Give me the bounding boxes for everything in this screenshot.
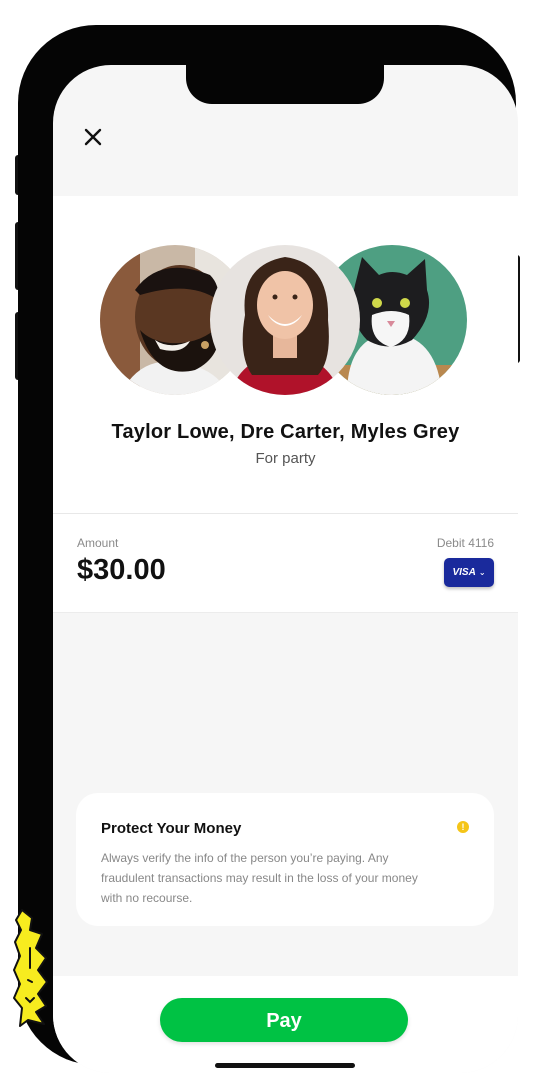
recipient-names: Taylor Lowe, Dre Carter, Myles Grey — [111, 421, 460, 443]
yellow-sticker-icon — [13, 909, 48, 1027]
close-button[interactable] — [81, 125, 105, 149]
info-icon[interactable]: ! — [457, 821, 469, 833]
card-label: Debit 4116 — [436, 536, 494, 550]
payment-method-selector[interactable]: VISA ⌄ — [444, 558, 494, 587]
avatar-dre[interactable] — [210, 245, 360, 395]
divider — [53, 612, 518, 613]
phone-notch — [186, 60, 384, 104]
amount-section: Amount $30.00 Debit 4116 VISA ⌄ — [53, 514, 518, 612]
visa-logo: VISA — [452, 567, 476, 578]
phone-frame: Taylor Lowe, Dre Carter, Myles Grey For … — [18, 25, 518, 1073]
payment-note: For party — [255, 450, 316, 467]
chevron-down-icon: ⌄ — [478, 568, 486, 577]
phone-screen: Taylor Lowe, Dre Carter, Myles Grey For … — [53, 65, 518, 1073]
protect-title: Protect Your Money — [101, 820, 242, 837]
recipient-card: Taylor Lowe, Dre Carter, Myles Grey For … — [53, 196, 518, 513]
protect-body: Always verify the info of the person you… — [101, 851, 418, 905]
bottom-bar: Pay — [53, 976, 518, 1073]
close-icon — [84, 128, 102, 146]
protect-money-card: Protect Your Money ! Always verify the i… — [76, 793, 494, 926]
amount-label: Amount — [77, 536, 119, 550]
pay-button[interactable]: Pay — [160, 998, 408, 1042]
amount-value[interactable]: $30.00 — [77, 554, 166, 587]
home-indicator[interactable] — [215, 1063, 355, 1068]
